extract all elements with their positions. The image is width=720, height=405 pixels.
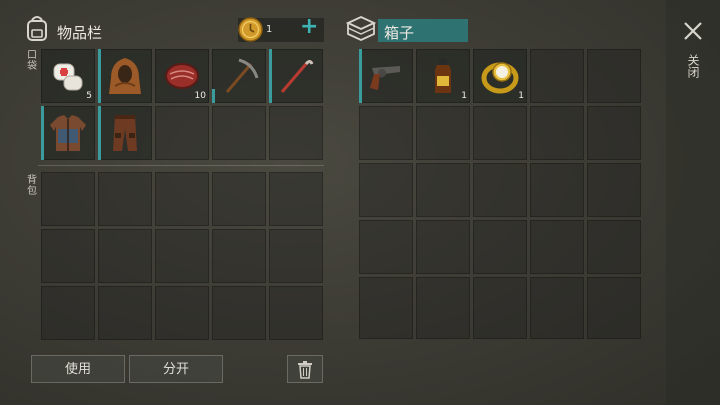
watch-icon xyxy=(481,62,519,94)
pocket-slot-empty[interactable] xyxy=(212,106,266,160)
add-coins-button[interactable]: + xyxy=(300,14,318,39)
item-count: 10 xyxy=(194,91,206,101)
hood-icon xyxy=(109,58,141,94)
close-icon xyxy=(684,22,702,40)
backpack-slot[interactable] xyxy=(269,172,323,226)
close-label: 关闭 xyxy=(686,54,700,78)
container-slot[interactable] xyxy=(416,163,470,217)
backpack-slot[interactable] xyxy=(269,229,323,283)
container-slot[interactable] xyxy=(530,106,584,160)
crate-icon xyxy=(345,15,377,41)
container-slot[interactable] xyxy=(359,163,413,217)
close-button[interactable]: 关闭 xyxy=(680,16,706,96)
coin-icon xyxy=(238,17,263,42)
section-divider xyxy=(38,165,324,166)
container-slot[interactable] xyxy=(587,106,641,160)
pocket-slot-pickaxe[interactable] xyxy=(212,49,266,103)
container-slot[interactable] xyxy=(587,49,641,103)
container-slot[interactable] xyxy=(473,220,527,274)
meat-icon xyxy=(165,63,199,89)
trash-button[interactable] xyxy=(287,355,323,383)
pocket-slot-hood[interactable] xyxy=(98,49,152,103)
pickaxe-icon xyxy=(225,58,259,93)
backpack-slot[interactable] xyxy=(212,286,266,340)
pants-icon xyxy=(113,115,137,151)
jacket-icon xyxy=(50,115,86,151)
container-slot[interactable] xyxy=(473,106,527,160)
container-title: 箱子 xyxy=(384,24,415,42)
pockets-label: 口袋 xyxy=(27,50,37,72)
container-slot[interactable] xyxy=(530,49,584,103)
pocket-slot-pants[interactable] xyxy=(98,106,152,160)
container-slot[interactable] xyxy=(359,220,413,274)
container-slot[interactable] xyxy=(359,106,413,160)
container-slot[interactable] xyxy=(587,220,641,274)
bottle-icon xyxy=(435,59,451,93)
backpack-slot[interactable] xyxy=(98,286,152,340)
pocket-slot-empty[interactable] xyxy=(269,106,323,160)
pocket-slot-crowbar[interactable] xyxy=(269,49,323,103)
backpack-slot[interactable] xyxy=(98,172,152,226)
backpack-slot[interactable] xyxy=(212,172,266,226)
container-slot[interactable] xyxy=(416,220,470,274)
container-slot[interactable] xyxy=(473,163,527,217)
item-count: 5 xyxy=(86,91,92,101)
item-count: 1 xyxy=(518,91,524,101)
coin-count: 1 xyxy=(266,24,273,35)
container-slot-bottle[interactable]: 1 xyxy=(416,49,470,103)
backpack-icon xyxy=(24,14,50,42)
container-slot[interactable] xyxy=(587,163,641,217)
container-slot[interactable] xyxy=(530,163,584,217)
backpack-slot[interactable] xyxy=(98,229,152,283)
item-count: 1 xyxy=(461,91,467,101)
bandage-icon xyxy=(53,63,83,91)
backpack-slot[interactable] xyxy=(212,229,266,283)
inventory-title: 物品栏 xyxy=(57,24,103,42)
container-slot[interactable] xyxy=(473,277,527,339)
container-slot-revolver[interactable] xyxy=(359,49,413,103)
container-slot[interactable] xyxy=(587,277,641,339)
trash-icon xyxy=(298,361,312,379)
use-button[interactable]: 使用 xyxy=(31,355,125,383)
container-slot-watch[interactable]: 1 xyxy=(473,49,527,103)
pocket-slot-jacket[interactable] xyxy=(41,106,95,160)
pocket-slot-empty[interactable] xyxy=(155,106,209,160)
backpack-slot[interactable] xyxy=(41,172,95,226)
split-button[interactable]: 分开 xyxy=(129,355,223,383)
backpack-slot[interactable] xyxy=(155,229,209,283)
backpack-slot[interactable] xyxy=(41,229,95,283)
backpack-slot[interactable] xyxy=(269,286,323,340)
container-slot[interactable] xyxy=(359,277,413,339)
backpack-slot[interactable] xyxy=(155,286,209,340)
revolver-icon xyxy=(370,66,400,90)
container-slot[interactable] xyxy=(530,277,584,339)
container-slot[interactable] xyxy=(416,106,470,160)
container-slot[interactable] xyxy=(416,277,470,339)
backpack-label: 背包 xyxy=(27,175,37,197)
crowbar-icon xyxy=(280,60,314,93)
pocket-slot-bandage[interactable]: 5 xyxy=(41,49,95,103)
backpack-slot[interactable] xyxy=(155,172,209,226)
pocket-slot-meat[interactable]: 10 xyxy=(155,49,209,103)
container-slot[interactable] xyxy=(530,220,584,274)
backpack-slot[interactable] xyxy=(41,286,95,340)
